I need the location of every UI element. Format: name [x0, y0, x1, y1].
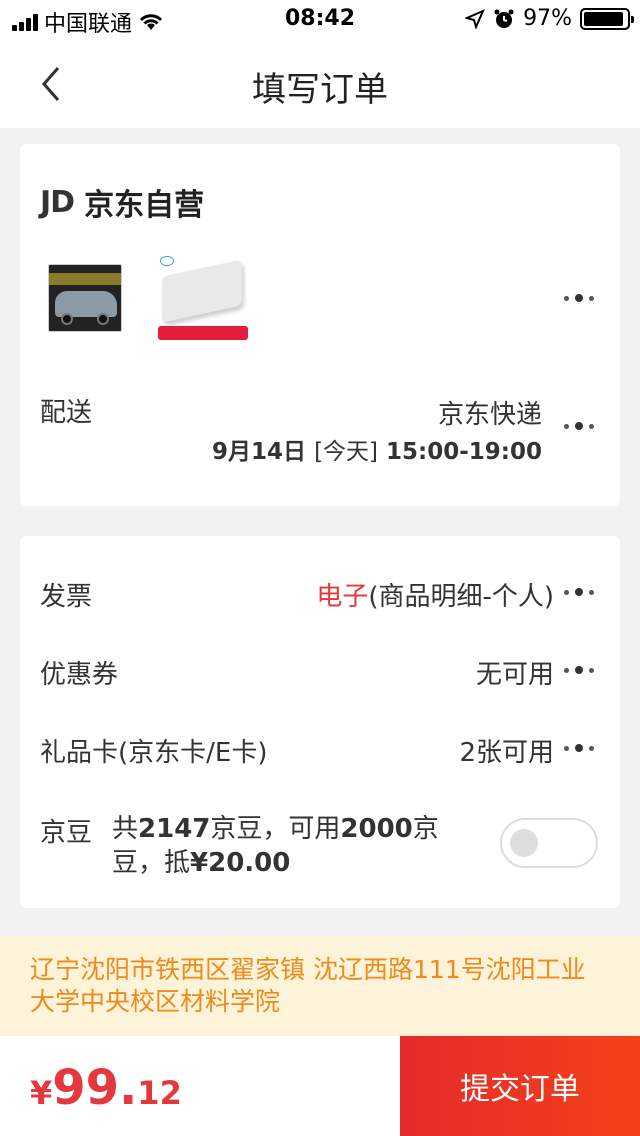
coupon-value[interactable]: 无可用	[476, 654, 554, 691]
beans-toggle[interactable]	[500, 818, 598, 868]
coupon-label: 优惠券	[40, 660, 119, 690]
delivery-date: 9月14日	[212, 439, 307, 465]
nav-bar: 填写订单	[0, 40, 640, 128]
shop-name: 京东自营	[84, 188, 205, 223]
checkout-bar: ¥99.12 提交订单	[0, 1036, 640, 1136]
invoice-more-icon[interactable]	[564, 588, 594, 596]
invoice-type: 电子	[316, 582, 369, 612]
product-thumbnail-car-dvd[interactable]	[48, 264, 122, 332]
alarm-icon	[494, 9, 514, 28]
status-right: 97%	[465, 6, 634, 31]
coupon-more-icon[interactable]	[564, 666, 594, 674]
beans-label: 京豆	[40, 818, 93, 848]
jd-logo-icon: JD	[40, 184, 75, 220]
delivery-label: 配送	[40, 398, 93, 428]
gift-card-value[interactable]: 2张可用	[459, 732, 554, 769]
delivery-day: [今天]	[314, 439, 379, 465]
beans-description: 共2147京豆，可用2000京 豆，抵¥20.00	[112, 814, 439, 878]
delivery-time-range: 15:00-19:00	[386, 439, 542, 465]
battery-icon	[580, 7, 634, 30]
shop-header: JD 京东自营	[40, 180, 204, 224]
beans-usable: 2000	[340, 814, 413, 844]
delivery-carrier: 京东快递	[437, 400, 542, 430]
toggle-knob	[510, 829, 538, 857]
location-arrow-icon	[465, 8, 486, 29]
payment-options-card: 发票 电子(商品明细-个人) 优惠券 无可用 礼品卡(京东卡/E卡) 2张可用 …	[20, 536, 620, 908]
order-items-card: JD 京东自营 配送 京东快递 9月14日 [今天] 15:00-19:00	[20, 144, 620, 506]
gift-card-label: 礼品卡(京东卡/E卡)	[40, 738, 268, 768]
invoice-label: 发票	[40, 582, 93, 612]
delivery-more-icon[interactable]	[564, 422, 594, 430]
page-title: 填写订单	[252, 70, 388, 110]
products-more-icon[interactable]	[564, 294, 594, 302]
delivery-time[interactable]: 9月14日 [今天] 15:00-19:00	[212, 432, 542, 466]
product-thumbnail-power-bank[interactable]	[158, 256, 250, 346]
submit-order-button[interactable]: 提交订单	[400, 1036, 640, 1136]
currency-symbol: ¥	[30, 1074, 53, 1112]
price-integer: 99.	[52, 1060, 138, 1116]
beans-total: 2147	[138, 814, 211, 844]
price-decimal: 12	[137, 1074, 182, 1112]
gift-card-more-icon[interactable]	[564, 744, 594, 752]
battery-percent: 97%	[523, 6, 572, 31]
beans-deduct: ¥20.00	[190, 848, 291, 878]
total-price: ¥99.12	[30, 1060, 182, 1116]
invoice-detail: (商品明细-个人)	[368, 582, 554, 612]
invoice-value[interactable]: 电子(商品明细-个人)	[316, 576, 554, 613]
status-bar: 中国联通 08:42 97%	[0, 0, 640, 40]
shipping-address[interactable]: 辽宁沈阳市铁西区翟家镇 沈辽西路111号沈阳工业大学中央校区材料学院	[0, 936, 640, 1036]
